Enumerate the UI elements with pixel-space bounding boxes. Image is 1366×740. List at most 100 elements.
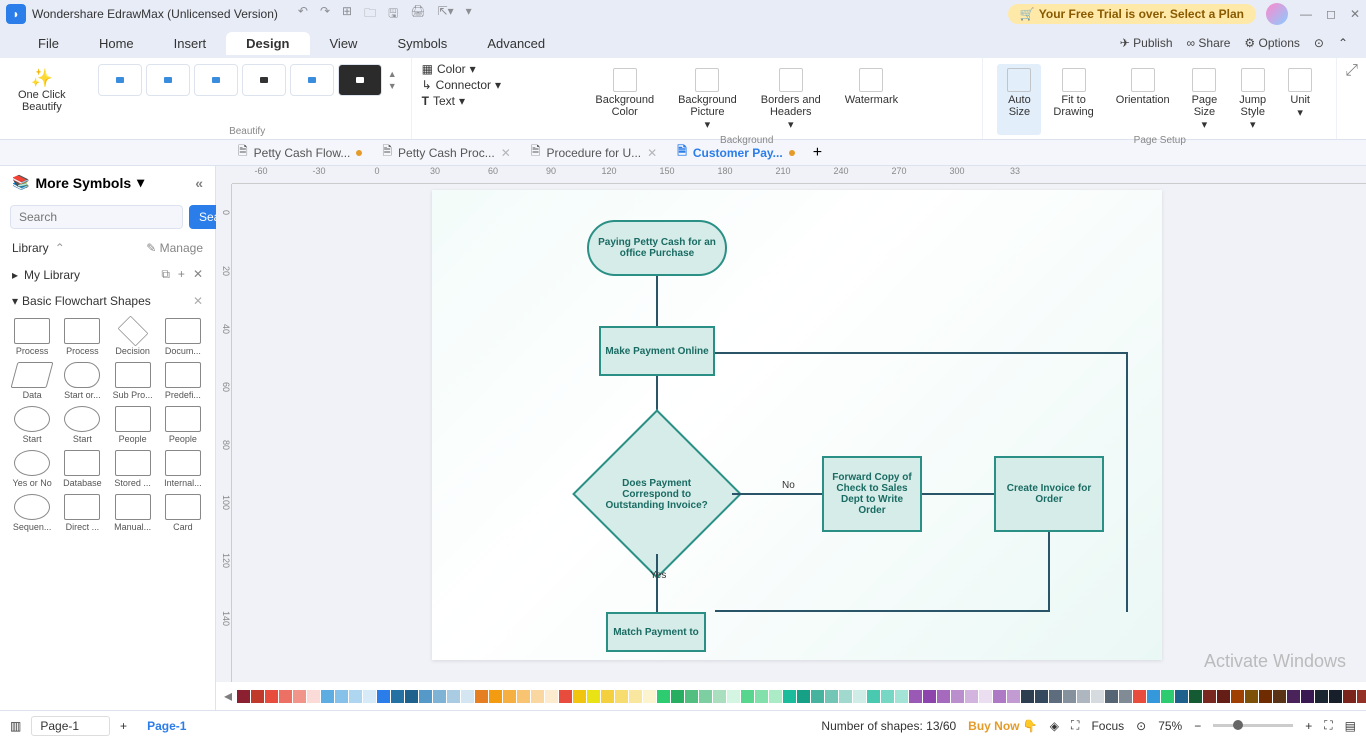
color-swatch[interactable] xyxy=(363,690,376,703)
publish-link[interactable]: ✈ Publish xyxy=(1120,36,1173,50)
style-preset-3[interactable] xyxy=(194,64,238,96)
color-swatch[interactable] xyxy=(797,690,810,703)
node-create-invoice[interactable]: Create Invoice for Order xyxy=(994,456,1104,532)
palette-prev-icon[interactable]: ◂ xyxy=(224,686,232,706)
options-link[interactable]: ⚙ Options xyxy=(1244,36,1299,50)
color-swatch[interactable] xyxy=(1329,690,1342,703)
trial-banner[interactable]: 🛒 Your Free Trial is over. Select a Plan xyxy=(1008,4,1256,24)
color-swatch[interactable] xyxy=(1273,690,1286,703)
color-swatch[interactable] xyxy=(307,690,320,703)
menu-home[interactable]: Home xyxy=(79,32,154,55)
color-swatch[interactable] xyxy=(447,690,460,703)
color-swatch[interactable] xyxy=(769,690,782,703)
qat-more-icon[interactable]: ▾ xyxy=(466,4,472,25)
library-link[interactable]: Library xyxy=(12,241,49,255)
shape-yes or no[interactable]: Yes or No xyxy=(8,450,56,488)
gallery-down-icon[interactable]: ▼ xyxy=(388,81,397,91)
export-icon[interactable]: ⇱▾ xyxy=(438,4,454,25)
style-preset-4[interactable] xyxy=(242,64,286,96)
more-symbols-button[interactable]: More Symbols xyxy=(35,175,131,191)
shape-process[interactable]: Process xyxy=(58,318,106,356)
add-page-button[interactable]: + xyxy=(120,719,127,733)
color-swatch[interactable] xyxy=(1161,690,1174,703)
color-swatch[interactable] xyxy=(741,690,754,703)
color-swatch[interactable] xyxy=(1259,690,1272,703)
menu-insert[interactable]: Insert xyxy=(154,32,227,55)
color-swatch[interactable] xyxy=(1217,690,1230,703)
color-swatch[interactable] xyxy=(643,690,656,703)
color-swatch[interactable] xyxy=(1189,690,1202,703)
jump-style-button[interactable]: Jump Style▾ xyxy=(1229,64,1276,135)
color-swatch[interactable] xyxy=(503,690,516,703)
color-swatch[interactable] xyxy=(1119,690,1132,703)
menu-advanced[interactable]: Advanced xyxy=(467,32,565,55)
collapse-panel-icon[interactable]: « xyxy=(195,175,203,191)
color-swatch[interactable] xyxy=(979,690,992,703)
page-tab[interactable]: Page-1 xyxy=(147,719,186,733)
color-swatch[interactable] xyxy=(713,690,726,703)
color-swatch[interactable] xyxy=(461,690,474,703)
canvas[interactable]: -60-30030609012015018021024027030033 020… xyxy=(216,166,1366,682)
gallery-up-icon[interactable]: ▲ xyxy=(388,69,397,79)
color-swatch[interactable] xyxy=(489,690,502,703)
print-icon[interactable]: 🖨 xyxy=(410,4,425,25)
shape-direct ...[interactable]: Direct ... xyxy=(58,494,106,532)
shape-database[interactable]: Database xyxy=(58,450,106,488)
collapse-ribbon-icon[interactable]: ⌃ xyxy=(1338,36,1348,50)
color-swatch[interactable] xyxy=(881,690,894,703)
shape-sequen...[interactable]: Sequen... xyxy=(8,494,56,532)
section-title[interactable]: Basic Flowchart Shapes xyxy=(22,294,151,308)
drawing-page[interactable]: Paying Petty Cash for an office Purchase… xyxy=(432,190,1162,660)
fullscreen-icon[interactable]: ⛶ xyxy=(1071,718,1079,733)
color-swatch[interactable] xyxy=(951,690,964,703)
one-click-beautify-button[interactable]: ✨ One Click Beautify xyxy=(14,64,70,117)
new-icon[interactable]: ⊞ xyxy=(342,4,352,25)
color-swatch[interactable] xyxy=(1091,690,1104,703)
redo-icon[interactable]: ↷ xyxy=(320,4,330,25)
background-picture-button[interactable]: Background Picture▾ xyxy=(668,64,747,135)
color-swatch[interactable] xyxy=(1133,690,1146,703)
color-swatch[interactable] xyxy=(727,690,740,703)
my-library-link[interactable]: My Library xyxy=(24,268,80,282)
page-size-button[interactable]: Page Size▾ xyxy=(1182,64,1228,135)
lib-close-icon[interactable]: ✕ xyxy=(193,267,203,282)
background-color-button[interactable]: Background Color xyxy=(585,64,664,135)
menu-file[interactable]: File xyxy=(18,32,79,55)
save-icon[interactable]: 🖫 xyxy=(388,4,398,25)
zoom-slider[interactable] xyxy=(1213,724,1293,727)
color-swatch[interactable] xyxy=(965,690,978,703)
style-preset-1[interactable] xyxy=(98,64,142,96)
avatar[interactable] xyxy=(1266,3,1288,25)
manage-link[interactable]: ✎ Manage xyxy=(146,241,203,255)
color-swatch[interactable] xyxy=(377,690,390,703)
shape-decision[interactable]: Decision xyxy=(109,318,157,356)
shape-card[interactable]: Card xyxy=(159,494,207,532)
close-icon[interactable]: ✕ xyxy=(1350,7,1360,21)
color-swatch[interactable] xyxy=(909,690,922,703)
open-icon[interactable]: 🗀 xyxy=(364,4,376,25)
fit-page-icon[interactable]: ⛶ xyxy=(1324,718,1332,733)
color-swatch[interactable] xyxy=(1287,690,1300,703)
color-swatch[interactable] xyxy=(1007,690,1020,703)
color-swatch[interactable] xyxy=(629,690,642,703)
color-swatch[interactable] xyxy=(1035,690,1048,703)
menu-design[interactable]: Design xyxy=(226,32,309,55)
color-swatch[interactable] xyxy=(517,690,530,703)
minimize-icon[interactable]: — xyxy=(1300,7,1312,21)
shape-predefi...[interactable]: Predefi... xyxy=(159,362,207,400)
share-link[interactable]: ∞ Share xyxy=(1187,36,1231,50)
color-swatch[interactable] xyxy=(419,690,432,703)
color-swatch[interactable] xyxy=(405,690,418,703)
color-swatch[interactable] xyxy=(1231,690,1244,703)
color-swatch[interactable] xyxy=(349,690,362,703)
shape-manual...[interactable]: Manual... xyxy=(109,494,157,532)
color-swatch[interactable] xyxy=(1175,690,1188,703)
section-close-icon[interactable]: ✕ xyxy=(193,294,203,308)
doc-tab-3[interactable]: 🗎 Procedure for U...✕ xyxy=(521,140,667,165)
doc-tab-1[interactable]: 🗎 Petty Cash Flow... xyxy=(228,140,372,165)
shape-start[interactable]: Start xyxy=(58,406,106,444)
text-dropdown[interactable]: T Text ▾ xyxy=(422,94,501,108)
color-swatch[interactable] xyxy=(699,690,712,703)
color-swatch[interactable] xyxy=(1203,690,1216,703)
color-swatch[interactable] xyxy=(1105,690,1118,703)
